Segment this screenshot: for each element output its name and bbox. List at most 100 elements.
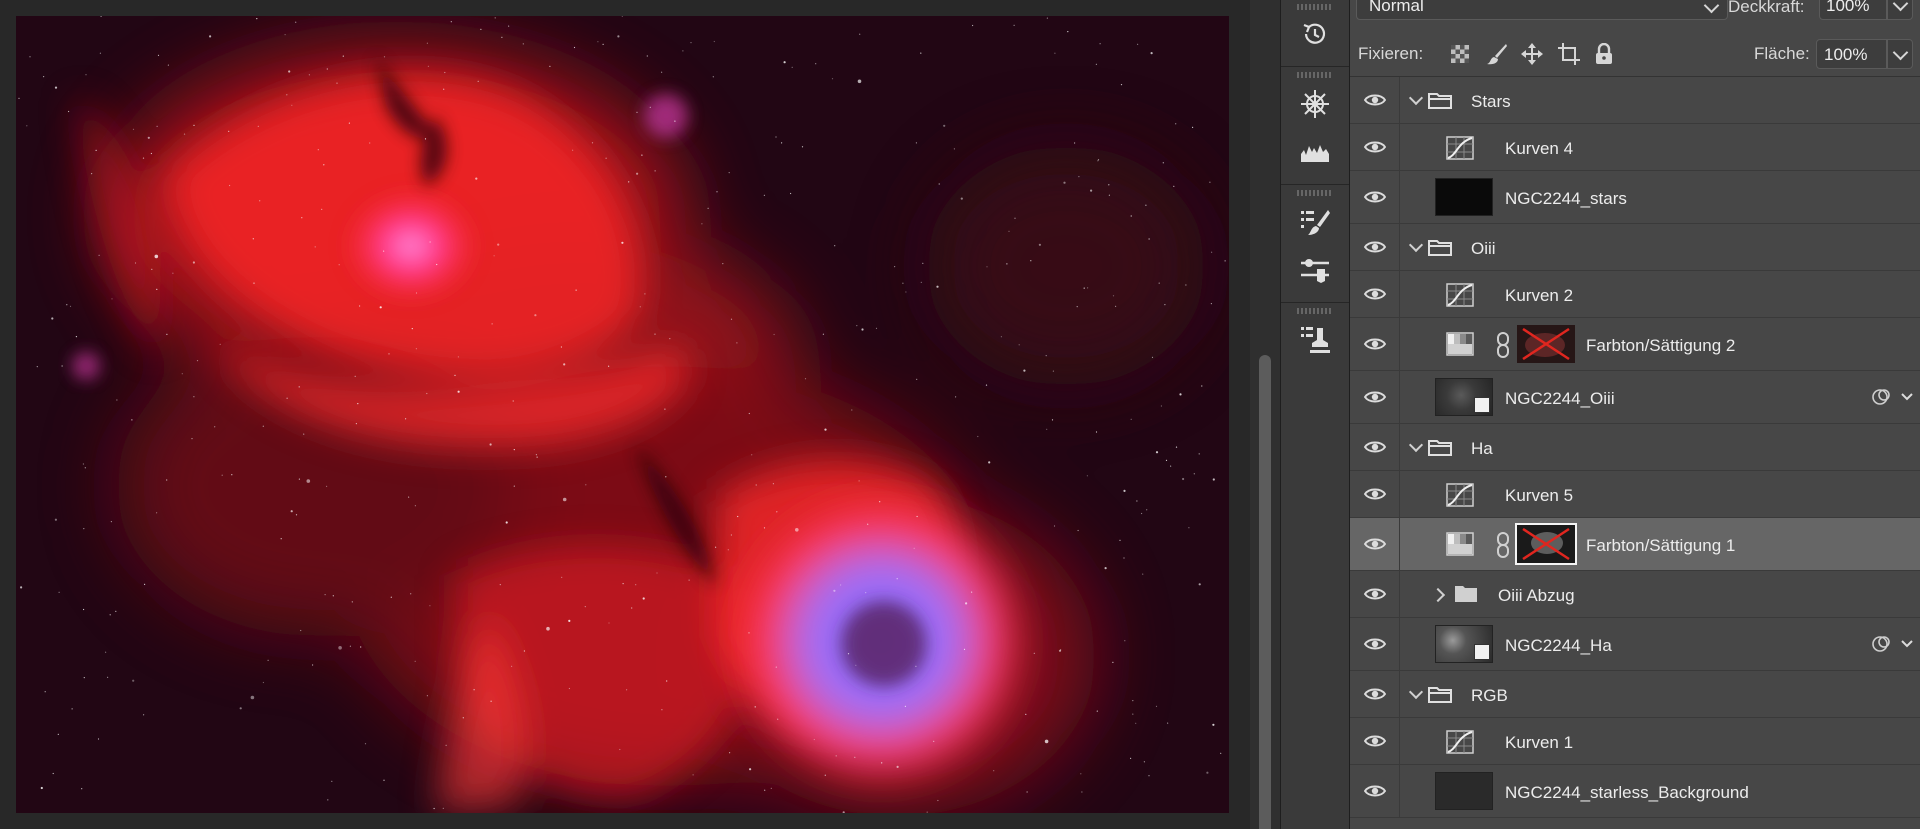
visibility-eye-icon[interactable]	[1350, 671, 1400, 717]
strip-grip[interactable]	[1297, 190, 1333, 196]
document-canvas-area	[0, 0, 1250, 829]
layer-name: NGC2244_Ha	[1505, 636, 1612, 655]
visibility-eye-icon[interactable]	[1350, 371, 1400, 423]
smart-filter-toggle[interactable]	[1868, 386, 1914, 408]
layer-row-curves[interactable]: Kurven 1	[1350, 718, 1920, 765]
layer-name: NGC2244_starless_Background	[1505, 783, 1749, 802]
lock-image-pixels-icon[interactable]	[1485, 42, 1509, 66]
fill-dropdown-button[interactable]	[1887, 39, 1913, 69]
fill-input[interactable]: 100%	[1816, 39, 1887, 69]
layer-row-group-ha[interactable]: Ha	[1350, 424, 1920, 471]
layer-name: NGC2244_Oiii	[1505, 389, 1615, 408]
brush-settings-icon[interactable]	[1295, 204, 1335, 240]
layer-thumbnail	[1435, 625, 1493, 663]
history-icon[interactable]	[1295, 16, 1335, 52]
group-expand-toggle[interactable]	[1408, 437, 1424, 453]
layer-row-curves[interactable]: Kurven 5	[1350, 471, 1920, 518]
blend-mode-select[interactable]: Normal	[1356, 0, 1728, 20]
blend-mode-value: Normal	[1369, 0, 1424, 15]
smart-object-badge-icon	[1474, 397, 1490, 413]
nebula-image[interactable]	[16, 16, 1229, 813]
layer-name: Farbton/Sättigung 2	[1586, 336, 1736, 355]
panel-icon-strip	[1280, 0, 1350, 829]
curves-adjustment-icon	[1446, 483, 1474, 507]
fill-label: Fläche:	[1754, 44, 1810, 63]
clone-source-icon[interactable]	[1295, 322, 1335, 358]
layer-row-group-oiii[interactable]: Oiii	[1350, 224, 1920, 271]
layer-name: Kurven 2	[1505, 286, 1574, 305]
opacity-input[interactable]: 100%	[1819, 0, 1887, 20]
canvas-vertical-scrollbar[interactable]	[1250, 0, 1280, 829]
layer-name: Farbton/Sättigung 1	[1586, 536, 1736, 555]
layer-name: Oiii	[1471, 239, 1496, 258]
mask-link-icon[interactable]	[1496, 532, 1510, 558]
lock-position-icon[interactable]	[1520, 42, 1544, 66]
layer-name: Kurven 1	[1505, 733, 1574, 752]
layer-row-pixel[interactable]: NGC2244_starless_Background	[1350, 765, 1920, 818]
histogram-icon[interactable]	[1295, 134, 1335, 170]
layer-row-smart-object[interactable]: NGC2244_Oiii	[1350, 371, 1920, 424]
smart-filter-toggle[interactable]	[1868, 633, 1914, 655]
folder-icon	[1428, 91, 1452, 114]
visibility-eye-icon[interactable]	[1350, 124, 1400, 170]
visibility-eye-icon[interactable]	[1350, 571, 1400, 617]
hue-saturation-adjustment-icon	[1446, 332, 1474, 356]
layer-name: Kurven 4	[1505, 139, 1574, 158]
visibility-eye-icon[interactable]	[1350, 424, 1400, 470]
layer-thumbnail	[1435, 378, 1493, 416]
layer-name: Stars	[1471, 92, 1511, 111]
group-expand-toggle[interactable]	[1408, 90, 1424, 106]
visibility-eye-icon[interactable]	[1350, 471, 1400, 517]
lock-all-icon[interactable]	[1592, 42, 1616, 66]
layer-mask-thumbnail[interactable]	[1515, 523, 1577, 565]
curves-adjustment-icon	[1446, 136, 1474, 160]
navigator-icon[interactable]	[1295, 86, 1335, 122]
opacity-dropdown-button[interactable]	[1887, 0, 1913, 20]
layer-name: NGC2244_stars	[1505, 189, 1627, 208]
visibility-eye-icon[interactable]	[1350, 618, 1400, 670]
layer-name: Kurven 5	[1505, 486, 1574, 505]
layer-row-group-stars[interactable]: Stars	[1350, 77, 1920, 124]
strip-grip[interactable]	[1297, 72, 1333, 78]
curves-adjustment-icon	[1446, 730, 1474, 754]
visibility-eye-icon[interactable]	[1350, 224, 1400, 270]
group-expand-toggle[interactable]	[1430, 587, 1446, 603]
group-expand-toggle[interactable]	[1408, 684, 1424, 700]
group-expand-toggle[interactable]	[1408, 237, 1424, 253]
curves-adjustment-icon	[1446, 283, 1474, 307]
opacity-value: 100%	[1826, 0, 1870, 15]
nebula-artwork	[16, 16, 1229, 813]
layer-name: Oiii Abzug	[1498, 586, 1575, 605]
layer-row-hue-saturation[interactable]: Farbton/Sättigung 2	[1350, 318, 1920, 371]
layer-thumbnail	[1435, 178, 1493, 216]
visibility-eye-icon[interactable]	[1350, 271, 1400, 317]
layer-name: RGB	[1471, 686, 1508, 705]
scrollbar-thumb[interactable]	[1259, 355, 1271, 829]
visibility-eye-icon[interactable]	[1350, 318, 1400, 370]
layer-row-group-oiii-abzug[interactable]: Oiii Abzug	[1350, 571, 1920, 618]
blend-options-row: Normal Deckkraft: 100%	[1350, 0, 1920, 24]
visibility-eye-icon[interactable]	[1350, 171, 1400, 223]
visibility-eye-icon[interactable]	[1350, 718, 1400, 764]
lock-artboard-icon[interactable]	[1557, 42, 1581, 66]
layer-row-smart-object[interactable]: NGC2244_Ha	[1350, 618, 1920, 671]
mask-link-icon[interactable]	[1496, 332, 1510, 358]
visibility-eye-icon[interactable]	[1350, 518, 1400, 570]
strip-grip[interactable]	[1297, 308, 1333, 314]
layer-row-hue-saturation-selected[interactable]: Farbton/Sättigung 1	[1350, 518, 1920, 571]
fill-value: 100%	[1824, 45, 1868, 64]
lock-transparency-icon[interactable]	[1448, 42, 1472, 66]
layer-mask-thumbnail[interactable]	[1517, 325, 1575, 363]
layer-row-curves[interactable]: Kurven 4	[1350, 124, 1920, 171]
chevron-down-icon	[1892, 44, 1909, 61]
strip-grip[interactable]	[1297, 4, 1333, 10]
chevron-down-icon	[1892, 0, 1909, 12]
hue-saturation-adjustment-icon	[1446, 532, 1474, 556]
layer-thumbnail	[1435, 772, 1493, 810]
layer-row-pixel[interactable]: NGC2244_stars	[1350, 171, 1920, 224]
layer-row-group-rgb[interactable]: RGB	[1350, 671, 1920, 718]
visibility-eye-icon[interactable]	[1350, 77, 1400, 123]
visibility-eye-icon[interactable]	[1350, 765, 1400, 817]
adjustments-icon[interactable]	[1295, 252, 1335, 288]
layer-row-curves[interactable]: Kurven 2	[1350, 271, 1920, 318]
